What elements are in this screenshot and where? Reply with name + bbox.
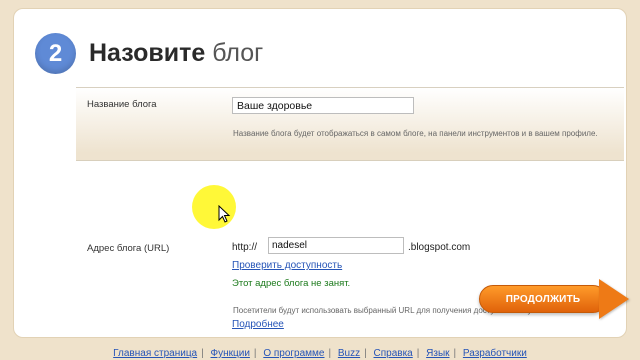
blog-name-input[interactable] (232, 97, 414, 114)
arrow-right-icon (599, 279, 629, 319)
footer-link-language[interactable]: Язык (426, 348, 449, 359)
footer-link-developers[interactable]: Разработчики (463, 348, 527, 359)
footer-separator: | (416, 348, 420, 359)
step-number-badge: 2 (35, 33, 76, 74)
footer-separator: | (201, 348, 204, 359)
footer-link-help[interactable]: Справка (374, 348, 413, 359)
mouse-pointer-icon (218, 205, 231, 223)
blog-settings-form: Название блога Название блога будет отоб… (76, 87, 624, 330)
blog-name-label: Название блога (87, 99, 157, 110)
footer-link-buzz[interactable]: Buzz (338, 348, 360, 359)
footer-separator: | (453, 348, 457, 359)
footer-separator: | (328, 348, 332, 359)
footer-separator: | (253, 348, 257, 359)
url-prefix: http:// (232, 242, 258, 253)
availability-status: Этот адрес блога не занят. (232, 278, 351, 289)
create-blog-panel: 2 Назовите блог Название блога Название … (13, 8, 629, 338)
title-light: блог (212, 39, 264, 67)
blog-name-hint: Название блога будет отображаться в само… (233, 129, 598, 138)
blog-address-row: Адрес блога (URL) http:// .blogspot.com … (76, 161, 624, 330)
blog-address-label: Адрес блога (URL) (87, 243, 170, 254)
blog-name-row: Название блога Название блога будет отоб… (76, 88, 624, 161)
learn-more-link[interactable]: Подробнее (232, 319, 284, 330)
footer-nav: Главная страница | Функции | О программе | … (0, 348, 640, 360)
url-suffix: .blogspot.com (408, 242, 471, 253)
footer-link-about[interactable]: О программе (263, 348, 324, 359)
title-bold: Назовите (89, 39, 206, 67)
blog-address-input[interactable] (268, 237, 404, 254)
footer-link-features[interactable]: Функции (211, 348, 250, 359)
check-availability-link[interactable]: Проверить доступность (232, 260, 342, 271)
page-title: Назовите блог (89, 39, 263, 68)
footer-separator: | (364, 348, 367, 359)
footer-link-home[interactable]: Главная страница (113, 348, 197, 359)
continue-button[interactable]: ПРОДОЛЖИТЬ (479, 285, 607, 313)
